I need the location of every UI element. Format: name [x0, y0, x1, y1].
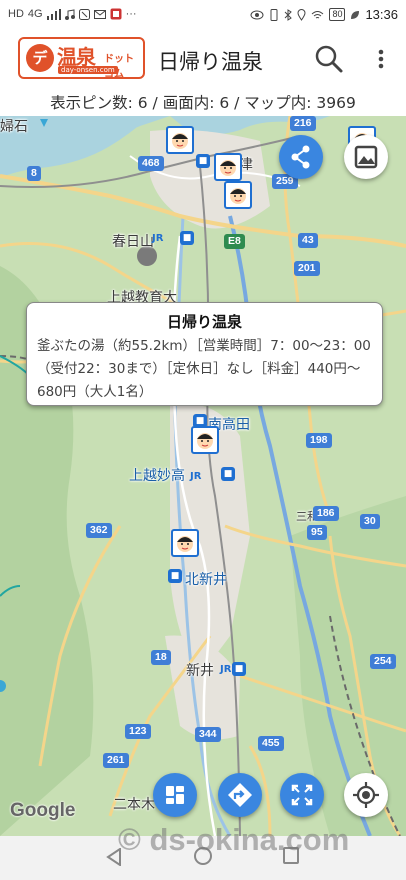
fullscreen-icon [291, 784, 313, 806]
train-station-icon: ■ [168, 569, 182, 583]
map-label-nihongi: 二本木 [113, 797, 155, 813]
route-shield: 198 [306, 433, 332, 448]
route-shield: 468 [138, 156, 164, 171]
map-view[interactable]: 婦石 津 春日山 上越教育大 南高田 上越妙高 北新井 新井 二本木 三和 ■ … [0, 116, 406, 836]
network-4g-icon: 4G [27, 8, 43, 20]
share-button[interactable] [279, 135, 323, 179]
directions-button[interactable] [218, 773, 262, 817]
overflow-menu-button[interactable] [371, 44, 391, 74]
train-station-icon: ■ [180, 231, 194, 245]
app-logo[interactable]: デイ 温泉 ドットコム day-onsen.com [18, 37, 145, 79]
logo-url: day-onsen.com [58, 66, 118, 74]
map-label-joetsu-myoko: 上越妙高 [129, 468, 185, 484]
expressway-shield: E8 [224, 234, 245, 249]
onsen-face-icon [197, 433, 213, 449]
app-icon [110, 8, 122, 20]
search-icon [315, 45, 343, 73]
search-button[interactable] [314, 44, 344, 74]
wifi-icon [312, 10, 324, 18]
logo-dot-text: ドットコム [104, 54, 134, 79]
signal-icon [46, 8, 61, 20]
train-station-icon: ■ [232, 662, 246, 676]
music-icon [64, 8, 75, 20]
more-icon: ··· [125, 8, 137, 20]
status-bar: HD 4G ··· 80 13:36 [0, 0, 406, 30]
eye-icon [250, 10, 264, 19]
map-label-arai: 新井 [186, 663, 214, 679]
logo-disc: デイ [26, 44, 54, 72]
jr-icon: JR [190, 471, 202, 482]
onsen-face-icon [172, 133, 188, 149]
map-type-button[interactable] [344, 135, 388, 179]
battery-indicator: 80 [329, 8, 346, 21]
onsen-face-icon [230, 188, 246, 204]
route-shield: 18 [151, 650, 171, 665]
route-shield: 344 [195, 727, 221, 742]
more-vert-icon [378, 49, 384, 69]
mail-icon [93, 9, 106, 19]
jr-icon: JR [220, 664, 232, 675]
route-shield: 186 [313, 506, 339, 521]
jr-icon: JR [152, 233, 164, 244]
directions-icon [228, 783, 252, 807]
onsen-info-popup[interactable]: 日帰り温泉 釜ぶたの湯（約55.2km）［営業時間］7：00〜23：00（受付2… [26, 302, 383, 406]
spot-list-button[interactable] [153, 773, 197, 817]
train-station-icon: ■ [221, 467, 235, 481]
route-shield: 216 [290, 116, 316, 131]
onsen-face-icon [220, 160, 236, 176]
route-shield: 8 [27, 166, 41, 181]
route-shield: 43 [298, 233, 318, 248]
map-label-ishi: 婦石 [0, 119, 28, 135]
map-label-kasugayama: 春日山 [112, 234, 154, 250]
onsen-pin[interactable] [214, 153, 242, 181]
popup-body: 釜ぶたの湯（約55.2km）［営業時間］7：00〜23：00（受付22：30まで… [37, 338, 371, 400]
route-shield: 95 [307, 525, 327, 540]
onsen-pin[interactable] [166, 126, 194, 154]
my-location-icon [353, 782, 379, 808]
watermark: © ds-okina.com [118, 822, 350, 857]
dashboard-icon [166, 786, 184, 804]
route-shield: 201 [294, 261, 320, 276]
page-title: 日帰り温泉 [158, 50, 263, 74]
location-icon [297, 8, 306, 21]
google-logo: Google [10, 800, 76, 821]
leaf-icon [351, 10, 360, 19]
status-time: 13:36 [365, 7, 398, 22]
bluetooth-icon [285, 8, 293, 21]
train-station-icon: ■ [196, 154, 210, 168]
vibrate-icon [270, 8, 278, 21]
route-shield: 455 [258, 736, 284, 751]
onsen-pin[interactable] [171, 529, 199, 557]
map-label-kita-arai: 北新井 [185, 572, 227, 588]
pin-count-info: 表示ピン数: 6 / 画面内: 6 / マップ内: 3969 [0, 90, 406, 116]
popup-title: 日帰り温泉 [166, 313, 242, 331]
app-bar: デイ 温泉 ドットコム day-onsen.com 日帰り温泉 [0, 30, 406, 90]
route-shield: 254 [370, 654, 396, 669]
onsen-face-icon [177, 536, 193, 552]
onsen-pin[interactable] [224, 181, 252, 209]
hd-icon: HD [8, 8, 24, 20]
route-shield: 30 [360, 514, 380, 529]
nfc-icon [78, 8, 90, 20]
image-icon [354, 145, 378, 169]
route-shield: 261 [103, 753, 129, 768]
my-location-button[interactable] [344, 773, 388, 817]
onsen-pin-selected[interactable] [191, 426, 219, 454]
route-shield: 123 [125, 724, 151, 739]
fullscreen-button[interactable] [280, 773, 324, 817]
route-shield: 362 [86, 523, 112, 538]
share-icon [291, 145, 310, 169]
